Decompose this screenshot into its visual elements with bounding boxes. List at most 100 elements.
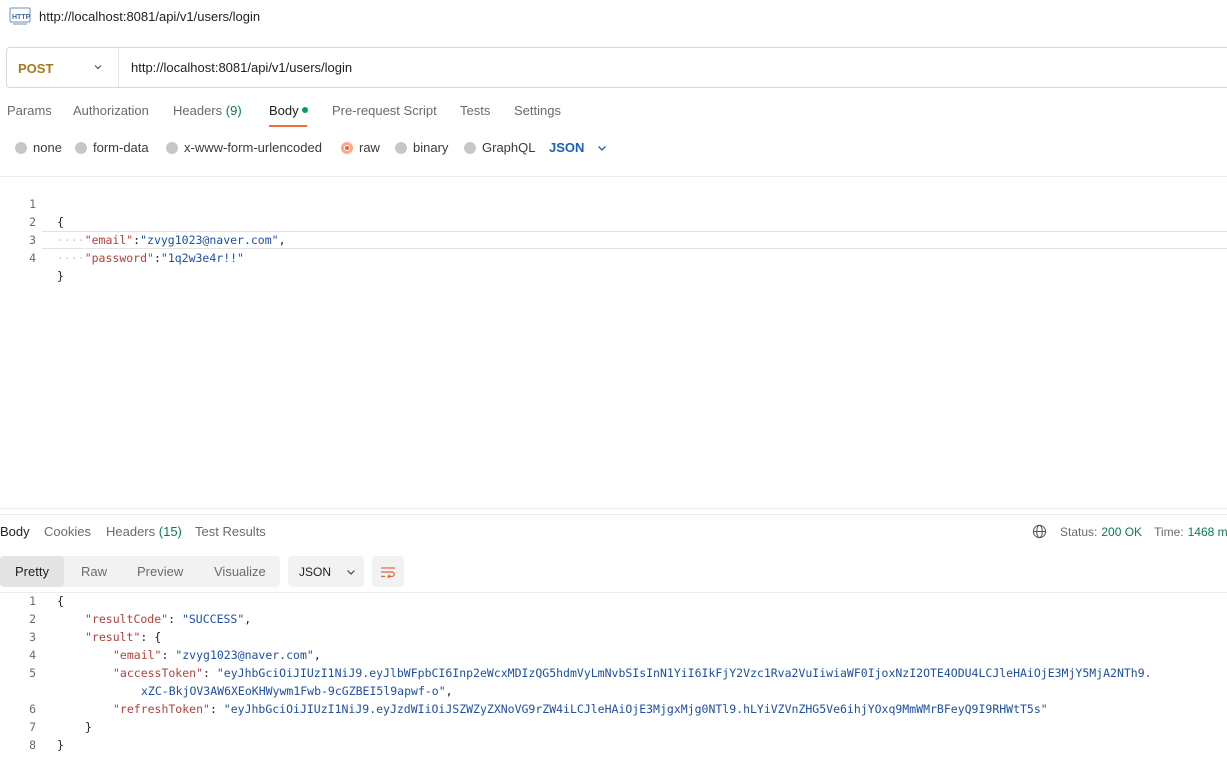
json-brace: { (57, 594, 64, 608)
request-title[interactable]: http://localhost:8081/api/v1/users/login (39, 9, 260, 24)
time-value[interactable]: 1468 ms (1188, 525, 1227, 539)
tab-body-label: Body (269, 103, 299, 118)
tab-pre-request-script[interactable]: Pre-request Script (332, 103, 437, 118)
json-key: "resultCode" (85, 612, 169, 626)
code-line: 3 "result": { (0, 628, 1227, 646)
current-line-highlight (42, 231, 1227, 249)
active-tab-underline (269, 125, 307, 127)
json-value: "eyJhbGciOiJIUzI1NiJ9.eyJzdWIiOiJSZWZyZX… (223, 702, 1048, 716)
radio-binary[interactable]: binary (395, 140, 448, 155)
code-text: "email": "zvyg1023@naver.com", (113, 648, 321, 662)
tab-headers-label: Headers (173, 103, 223, 118)
response-tab-headers[interactable]: Headers (15) (106, 524, 182, 539)
json-colon: : (153, 251, 161, 265)
time-label: Time: (1154, 524, 1184, 539)
code-text: "refreshToken": "eyJhbGciOiJIUzI1NiJ9.ey… (113, 702, 1048, 716)
tab-params[interactable]: Params (7, 103, 52, 118)
tab-settings[interactable]: Settings (514, 103, 561, 118)
code-line: 3 ····"password":"1q2w3e4r!!" (0, 213, 1227, 265)
line-number: 5 (29, 666, 36, 680)
code-line: 4 "email": "zvyg1023@naver.com", (0, 646, 1227, 664)
code-line: 6 "refreshToken": "eyJhbGciOiJIUzI1NiJ9.e… (0, 700, 1227, 718)
view-raw-button[interactable]: Raw (66, 556, 122, 587)
code-line: 5 "accessToken": "eyJhbGciOiJIUzI1NiJ9.ey… (0, 664, 1227, 682)
json-key: "password" (84, 251, 154, 265)
json-brace: } (57, 738, 64, 752)
json-comma: , (313, 648, 321, 662)
json-brace: { (154, 630, 162, 644)
response-view-modes: Pretty Raw Preview Visualize (0, 556, 280, 587)
language-select-label: JSON (549, 140, 585, 155)
response-meta: Status: 200 OK Time: 1468 ms (1032, 524, 1227, 539)
code-text: ····"password":"1q2w3e4r!!" (57, 251, 244, 265)
radio-label: none (33, 140, 62, 155)
chevron-down-icon (347, 569, 355, 575)
tab-body[interactable]: Body (269, 103, 308, 118)
line-number: 1 (29, 594, 36, 608)
line-number: 4 (29, 648, 36, 662)
radio-x-www-form-urlencoded[interactable]: x-www-form-urlencoded (166, 140, 322, 155)
json-comma: , (445, 684, 453, 698)
radio-label: raw (359, 140, 380, 155)
chevron-down-icon (598, 145, 607, 151)
json-value: "zvyg1023@naver.com" (175, 648, 314, 662)
code-text: xZC-BkjOV3AW6XEoKHWywm1Fwb-9cGZBEI5l9apw… (141, 682, 453, 700)
tab-authorization[interactable]: Authorization (73, 103, 149, 118)
wrap-lines-button[interactable] (372, 556, 404, 587)
radio-label: x-www-form-urlencoded (184, 140, 322, 155)
code-text: "accessToken": "eyJhbGciOiJIUzI1NiJ9.eyJ… (113, 666, 1152, 680)
code-line: 1{ (0, 592, 1227, 610)
line-number: 6 (29, 702, 36, 716)
url-input[interactable] (131, 60, 1031, 75)
code-text: } (57, 269, 64, 283)
code-text: } (85, 718, 92, 736)
status-value[interactable]: 200 OK (1101, 525, 1142, 539)
language-select[interactable]: JSON (549, 140, 608, 155)
radio-circle (166, 141, 178, 154)
view-pretty-button[interactable]: Pretty (0, 556, 64, 587)
http-icon: HTTP (9, 7, 31, 25)
radio-none[interactable]: none (15, 140, 62, 155)
response-tab-body[interactable]: Body (0, 524, 30, 539)
view-preview-button[interactable]: Preview (122, 556, 198, 587)
code-line: 1 { (0, 177, 1227, 229)
globe-icon[interactable] (1032, 524, 1047, 539)
response-tab-test-results[interactable]: Test Results (195, 524, 266, 539)
radio-raw[interactable]: raw (341, 140, 380, 155)
radio-circle (15, 141, 27, 154)
line-number: 7 (29, 720, 36, 734)
radio-form-data[interactable]: form-data (75, 140, 149, 155)
radio-graphql[interactable]: GraphQL (464, 140, 535, 155)
status-label: Status: (1060, 524, 1098, 539)
wrap-lines-icon (381, 566, 395, 578)
json-key: "refreshToken" (113, 702, 210, 716)
request-title-bar: HTTP http://localhost:8081/api/v1/users/… (0, 0, 1227, 34)
radio-label: GraphQL (482, 140, 536, 155)
json-key: "email" (113, 648, 162, 662)
url-bar: POST (6, 47, 1227, 88)
json-comma: , (244, 612, 252, 626)
json-key: "accessToken" (113, 666, 204, 680)
radio-circle (75, 141, 87, 154)
pane-divider[interactable] (0, 508, 1227, 509)
radio-circle (395, 141, 407, 154)
pane-divider-lower (0, 514, 1227, 515)
code-text: } (57, 736, 64, 754)
radio-circle-selected (341, 141, 353, 154)
line-number: 8 (29, 738, 36, 752)
line-number: 4 (29, 251, 36, 265)
code-text: { (57, 592, 64, 610)
tab-headers[interactable]: Headers (9) (173, 103, 242, 118)
method-select[interactable]: POST (18, 61, 53, 76)
chevron-down-icon[interactable] (92, 61, 104, 73)
view-visualize-button[interactable]: Visualize (199, 556, 281, 587)
json-brace: } (85, 720, 92, 734)
radio-circle (464, 141, 476, 154)
code-line: 8} (0, 736, 1227, 754)
response-format-label: JSON (299, 564, 332, 579)
response-format-select[interactable]: JSON (288, 556, 364, 587)
json-value: "1q2w3e4r!!" (160, 251, 244, 265)
response-body-viewer[interactable]: 1{2 "resultCode": "SUCCESS", 3 "result": {4… (0, 592, 1227, 754)
response-tab-cookies[interactable]: Cookies (44, 524, 91, 539)
tab-tests[interactable]: Tests (460, 103, 490, 118)
